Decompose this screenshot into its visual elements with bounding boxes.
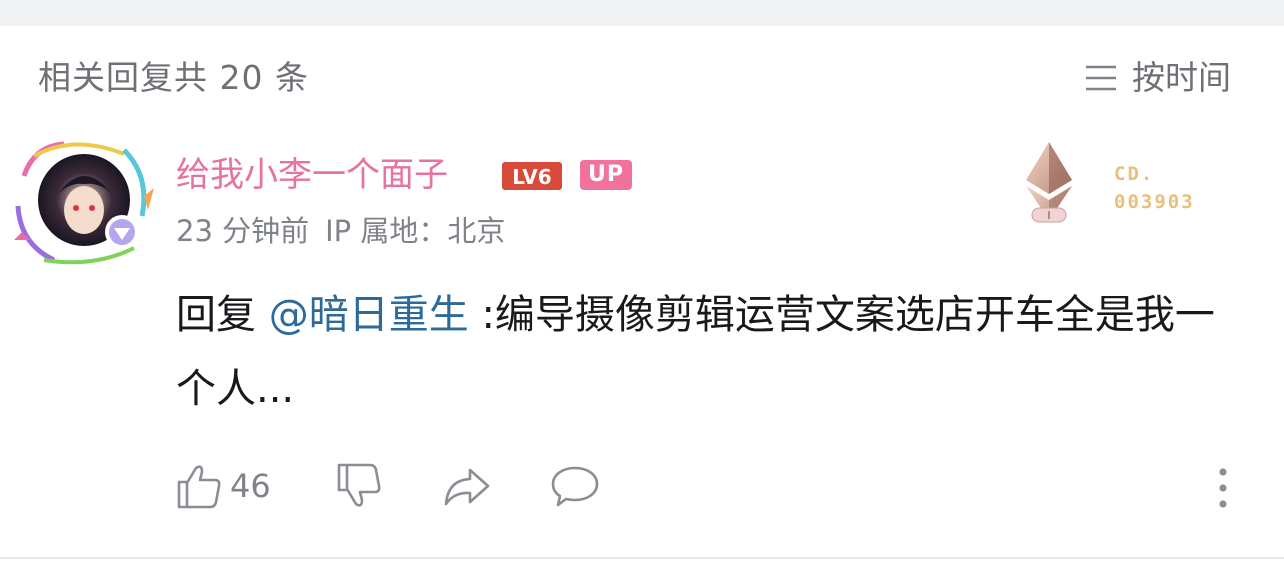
thumbs-down-icon	[337, 463, 381, 507]
card-number: CD. 003903	[1114, 160, 1195, 216]
comment-content: 回复 @暗日重生 :编导摄像剪辑运营文案选店开车全是我一个人...	[176, 278, 1216, 426]
up-badge: UP	[580, 160, 632, 190]
share-arrow-icon	[444, 468, 490, 506]
comment-time: 23 分钟前	[176, 214, 310, 248]
card-number-prefix: CD.	[1114, 163, 1155, 185]
sort-label: 按时间	[1132, 58, 1231, 97]
reply-prefix: 回复	[176, 292, 256, 338]
comment-meta: 23 分钟前 IP 属地：北京	[176, 212, 505, 250]
bottom-divider	[0, 557, 1284, 559]
like-count: 46	[230, 467, 271, 505]
sort-by-time-button[interactable]: 按时间	[1084, 58, 1231, 98]
comment-bubble-icon	[551, 466, 599, 507]
ip-location: IP 属地：北京	[325, 214, 506, 248]
thumbs-up-icon	[177, 465, 221, 509]
username[interactable]: 给我小李一个面子	[176, 154, 448, 196]
dislike-button[interactable]	[336, 462, 382, 510]
level-badge: LV6	[502, 162, 562, 190]
like-button[interactable]: 46	[176, 462, 271, 510]
mention-link[interactable]: @暗日重生	[269, 292, 469, 338]
user-avatar[interactable]	[14, 136, 156, 266]
share-button[interactable]	[442, 462, 492, 510]
level-badge-text: LV6	[512, 165, 551, 189]
ethereum-medal-icon	[1026, 142, 1072, 223]
card-number-value: 003903	[1114, 191, 1195, 213]
list-sort-icon	[1086, 65, 1116, 91]
reply-count-title: 相关回复共 20 条	[38, 58, 309, 97]
more-options-icon[interactable]	[1208, 466, 1238, 510]
reply-button[interactable]	[550, 462, 600, 510]
top-divider-strip	[0, 0, 1284, 26]
